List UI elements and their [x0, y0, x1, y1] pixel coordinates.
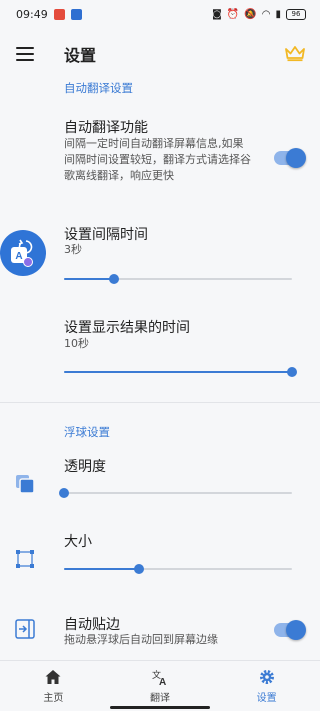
- svg-text:A: A: [15, 251, 22, 262]
- auto-translate-title: 自动翻译功能: [64, 120, 148, 136]
- auto-snap-toggle[interactable]: [274, 620, 306, 640]
- signal-icon: ▮: [275, 8, 281, 20]
- app-header: 设置: [0, 28, 320, 80]
- auto-translate-toggle[interactable]: [274, 148, 306, 168]
- translate-icon: 文 A: [152, 669, 166, 686]
- interval-slider[interactable]: [64, 272, 292, 286]
- floating-translate-button[interactable]: A: [0, 230, 46, 276]
- snap-to-edge-icon: [15, 619, 35, 639]
- auto-translate-description: 间隔一定时间自动翻译屏幕信息,如果间隔时间设置较短，翻译方式请选择谷歌离线翻译，…: [64, 137, 251, 182]
- display-time-title: 设置显示结果的时间: [64, 320, 190, 336]
- mute-icon: 🔕: [244, 8, 257, 20]
- wifi-icon: ◠: [261, 8, 271, 20]
- app-notification-icon-2: [70, 8, 82, 20]
- status-time: 09:49: [16, 7, 48, 21]
- size-slider[interactable]: [64, 562, 292, 576]
- section-divider: [0, 402, 320, 403]
- nav-settings[interactable]: 设置: [213, 661, 320, 711]
- resize-icon: [16, 550, 34, 568]
- display-time-value: 10秒: [64, 337, 89, 350]
- nav-home-label: 主页: [43, 693, 64, 704]
- svg-text:A: A: [159, 677, 166, 686]
- page-title: 设置: [64, 46, 97, 65]
- nfc-icon: ◙: [212, 8, 222, 20]
- section-label-float-ball: 浮球设置: [64, 425, 110, 439]
- bottom-navigation: 主页 文 A 翻译 设置: [0, 660, 320, 711]
- opacity-title: 透明度: [64, 459, 106, 475]
- menu-icon[interactable]: [16, 47, 34, 61]
- crown-icon[interactable]: [284, 44, 306, 62]
- nav-translate-label: 翻译: [150, 693, 170, 704]
- settings-scroll[interactable]: 自动翻译设置 自动翻译功能 间隔一定时间自动翻译屏幕信息,如果间隔时间设置较短，…: [0, 80, 320, 660]
- nav-settings-label: 设置: [256, 693, 277, 704]
- home-icon: [45, 670, 61, 684]
- battery-icon: 96: [286, 8, 306, 20]
- opacity-icon: [16, 475, 35, 494]
- interval-title: 设置间隔时间: [64, 227, 148, 243]
- nav-translate[interactable]: 文 A 翻译: [107, 661, 214, 711]
- display-time-slider[interactable]: [64, 365, 297, 379]
- size-title: 大小: [64, 534, 92, 550]
- section-label-auto-translate: 自动翻译设置: [64, 81, 133, 95]
- home-indicator: [110, 706, 210, 709]
- status-bar: 09:49 ◙ ⏰ 🔕 ◠ ▮ 96: [0, 0, 320, 28]
- opacity-slider[interactable]: [59, 486, 292, 500]
- translate-bubble-icon: A: [11, 239, 33, 267]
- auto-snap-title: 自动贴边: [64, 617, 120, 633]
- alarm-icon: ⏰: [226, 8, 240, 20]
- interval-value: 3秒: [64, 243, 82, 256]
- nav-home[interactable]: 主页: [0, 661, 107, 711]
- gear-icon: [259, 670, 274, 684]
- auto-snap-description: 拖动悬浮球后自动回到屏幕边缘: [64, 633, 218, 646]
- app-notification-icon: [53, 8, 65, 20]
